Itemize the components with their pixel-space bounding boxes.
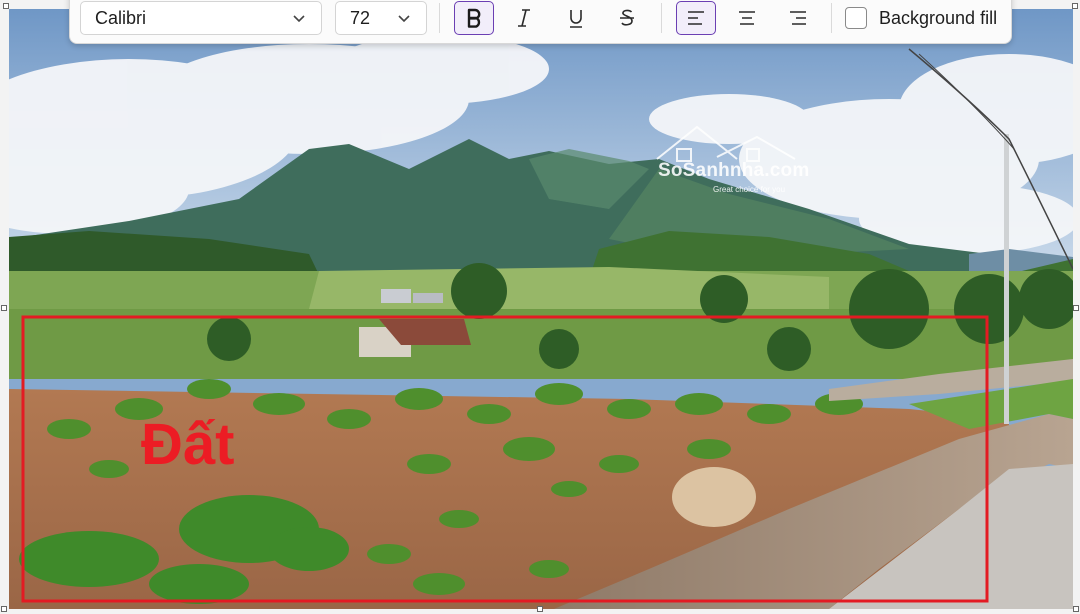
resize-handle-bottom-right[interactable] <box>1073 606 1079 612</box>
align-right-icon <box>790 11 806 25</box>
bold-icon <box>467 8 481 28</box>
font-family-dropdown[interactable]: Calibri <box>80 1 322 35</box>
strikethrough-icon <box>620 9 634 26</box>
resize-handle-top-right[interactable] <box>1072 3 1078 9</box>
background-fill-label: Background fill <box>879 7 998 28</box>
italic-button[interactable] <box>504 1 544 35</box>
watermark-brand-text: SoSanhnha.com <box>658 160 810 181</box>
underline-icon <box>570 10 582 28</box>
align-right-button[interactable] <box>778 1 818 35</box>
resize-handle-left[interactable] <box>1 305 7 311</box>
italic-icon <box>518 9 530 27</box>
background-fill-checkbox[interactable] <box>845 7 867 29</box>
annotation-text[interactable]: Đất <box>141 416 234 474</box>
resize-handle-bottom-left[interactable] <box>1 606 7 612</box>
watermark-tagline-text: Great choice for you <box>713 185 786 194</box>
align-left-icon <box>688 11 704 25</box>
background-fill-toggle[interactable]: Background fill <box>845 1 997 35</box>
resize-handle-right[interactable] <box>1073 305 1079 311</box>
bold-button[interactable] <box>454 1 494 35</box>
strikethrough-button[interactable] <box>607 1 647 35</box>
underline-button[interactable] <box>556 1 596 35</box>
landscape-photo <box>9 9 1073 609</box>
toolbar-divider <box>439 3 440 33</box>
resize-handle-top-left[interactable] <box>3 3 9 9</box>
font-family-value: Calibri <box>95 7 147 28</box>
align-center-icon <box>739 11 755 25</box>
toolbar-divider <box>661 3 662 33</box>
image-canvas[interactable] <box>9 9 1073 609</box>
align-center-button[interactable] <box>727 1 767 35</box>
font-size-value: 72 <box>350 7 371 28</box>
chevron-down-icon <box>293 15 305 23</box>
font-size-dropdown[interactable]: 72 <box>335 1 427 35</box>
align-left-button[interactable] <box>676 1 716 35</box>
chevron-down-icon <box>398 15 410 23</box>
resize-handle-bottom[interactable] <box>537 606 543 612</box>
toolbar-divider <box>831 3 832 33</box>
text-format-toolbar: Calibri 72 Background fill <box>69 0 1012 44</box>
